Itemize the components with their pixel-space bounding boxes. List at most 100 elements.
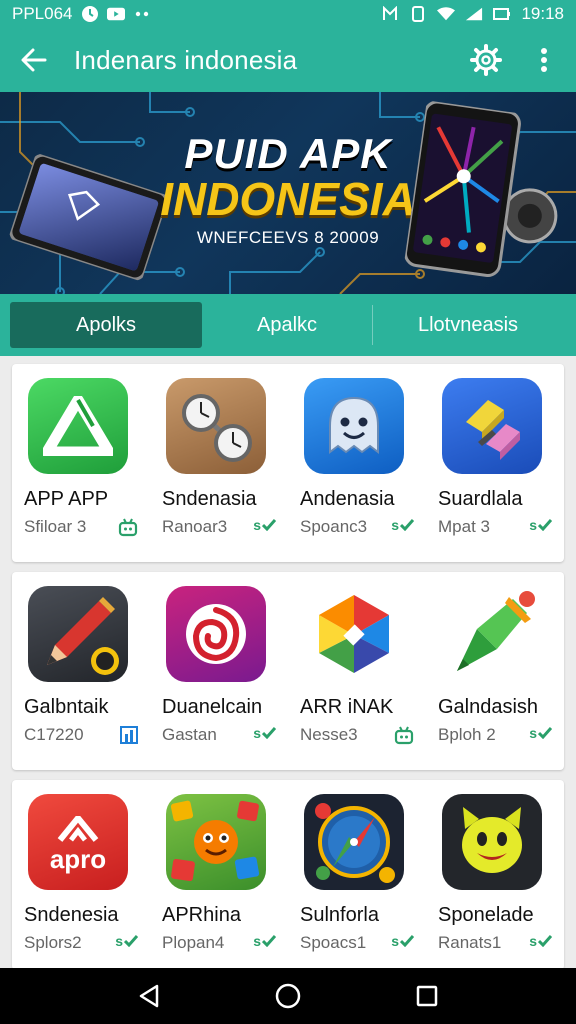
badge-letter: s [253,517,261,533]
nav-back-button[interactable] [129,976,169,1016]
nav-recents-button[interactable] [407,976,447,1016]
app-item[interactable]: Duanelcain Gastan s [150,572,288,770]
wifi-icon [437,6,456,22]
app-name: Sulnforla [300,904,379,926]
vibrate-icon [409,6,427,22]
app-meta: Plopan4 [162,933,225,952]
nav-home-button[interactable] [268,976,308,1016]
app-name: Sndenesia [24,904,119,926]
check-icon [400,519,414,531]
clock: 19:18 [521,4,564,23]
badge-letter: s [253,725,261,741]
app-meta: Bploh 2 [438,725,496,744]
more-vert-icon [541,48,547,72]
more-notifications-icon [133,6,151,22]
install-badge: s [391,933,414,949]
install-badge: s [529,933,552,949]
tab-apolks[interactable]: Apolks [10,302,202,348]
battery-icon [493,6,511,22]
overflow-menu-button[interactable] [526,42,562,78]
app-meta: C17220 [24,725,84,744]
app-name: Duanelcain [162,696,263,718]
app-item[interactable]: APRhina Plopan4 s [150,780,288,970]
green-triangle-icon [28,378,128,474]
badge-letter: s [529,517,537,533]
app-item[interactable]: Galbntaik C17220 [12,572,150,770]
check-icon [124,935,138,947]
app-meta: Ranats1 [438,933,502,952]
app-row-2: Galbntaik C17220 Duanelcain Gastan s ARR… [12,572,564,770]
app-name: Galbntaik [24,696,109,718]
category-tabs: Apolks Apalkc Llotvneasis [0,294,576,356]
app-meta: Ranoar3 [162,517,228,536]
app-bar: Indenars indonesia [0,28,576,92]
pencil-icon [28,586,128,682]
phone-image-right [403,100,576,294]
app-name: APRhina [162,904,241,926]
apro-icon: apro [28,794,128,890]
install-badge: s [391,517,414,533]
app-item[interactable]: APP APP Sfiloar 3 [12,364,150,562]
app-item[interactable]: Andenasia Spoanc3 s [288,364,426,562]
app-item[interactable]: apro Sndenesia Splors2 s [12,780,150,970]
watches-icon [166,378,266,474]
app-meta: Splors2 [24,933,82,952]
check-icon [262,519,276,531]
check-icon [538,727,552,739]
app-name: Andenasia [300,488,395,510]
install-badge: s [253,725,276,741]
app-meta: Nesse3 [300,725,358,744]
smiley-icon [442,794,542,890]
app-meta: Gastan [162,725,217,744]
app-meta: Sfiloar 3 [24,517,87,536]
youtube-icon [106,6,125,22]
back-button[interactable] [14,40,54,80]
badge-letter: s [529,725,537,741]
timer-icon [81,6,99,22]
install-badge [120,725,138,745]
check-icon [262,935,276,947]
android-icon [118,518,138,537]
app-item[interactable]: Galndasish Bploh 2 s [426,572,564,770]
install-badge: s [529,725,552,741]
tab-apalkc[interactable]: Apalkc [202,302,372,348]
app-item[interactable]: ARR iNAK Nesse3 [288,572,426,770]
apro-wordmark: apro [49,843,107,874]
bar-chart-icon [120,726,138,744]
android-icon [394,726,414,745]
status-bar: PPL064 19:18 [0,0,576,28]
badge-letter: s [115,933,123,949]
check-icon [400,935,414,947]
app-item[interactable]: Sulnforla Spoacs1 s [288,780,426,970]
install-badge [118,517,138,537]
app-name: Sndenasia [162,488,257,510]
app-item[interactable]: Sndenasia Ranoar3 s [150,364,288,562]
monster-icon [166,794,266,890]
circle-home-icon [275,983,301,1009]
promo-banner[interactable]: PUID APK INDONESIA WNEFCEEVS 8 20009 [0,92,576,294]
app-item[interactable]: Sponelade Ranats1 s [426,780,564,970]
page-title: Indenars indonesia [74,44,298,75]
triangle-back-icon [140,984,159,1008]
blocks-icon [442,378,542,474]
app-meta: Mpat 3 [438,517,490,536]
system-nav-bar [0,968,576,1024]
gear-icon [470,44,502,76]
square-recents-icon [416,985,437,1007]
app-name: Sponelade [438,904,534,926]
app-row-1: APP APP Sfiloar 3 Sndenasia Ranoar3 s An… [12,364,564,562]
app-name: APP APP [24,488,109,510]
app-item[interactable]: Suardlala Mpat 3 s [426,364,564,562]
carrier-label: PPL064 [12,4,73,23]
settings-button[interactable] [468,42,504,78]
install-badge [394,725,414,745]
compass-icon [304,794,404,890]
signal-icon [465,6,483,22]
app-name: ARR iNAK [300,696,394,718]
install-badge: s [253,933,276,949]
app-meta: Spoanc3 [300,517,368,536]
tab-llotvneasis[interactable]: Llotvneasis [373,302,563,348]
check-icon [538,519,552,531]
check-icon [538,935,552,947]
check-icon [262,727,276,739]
